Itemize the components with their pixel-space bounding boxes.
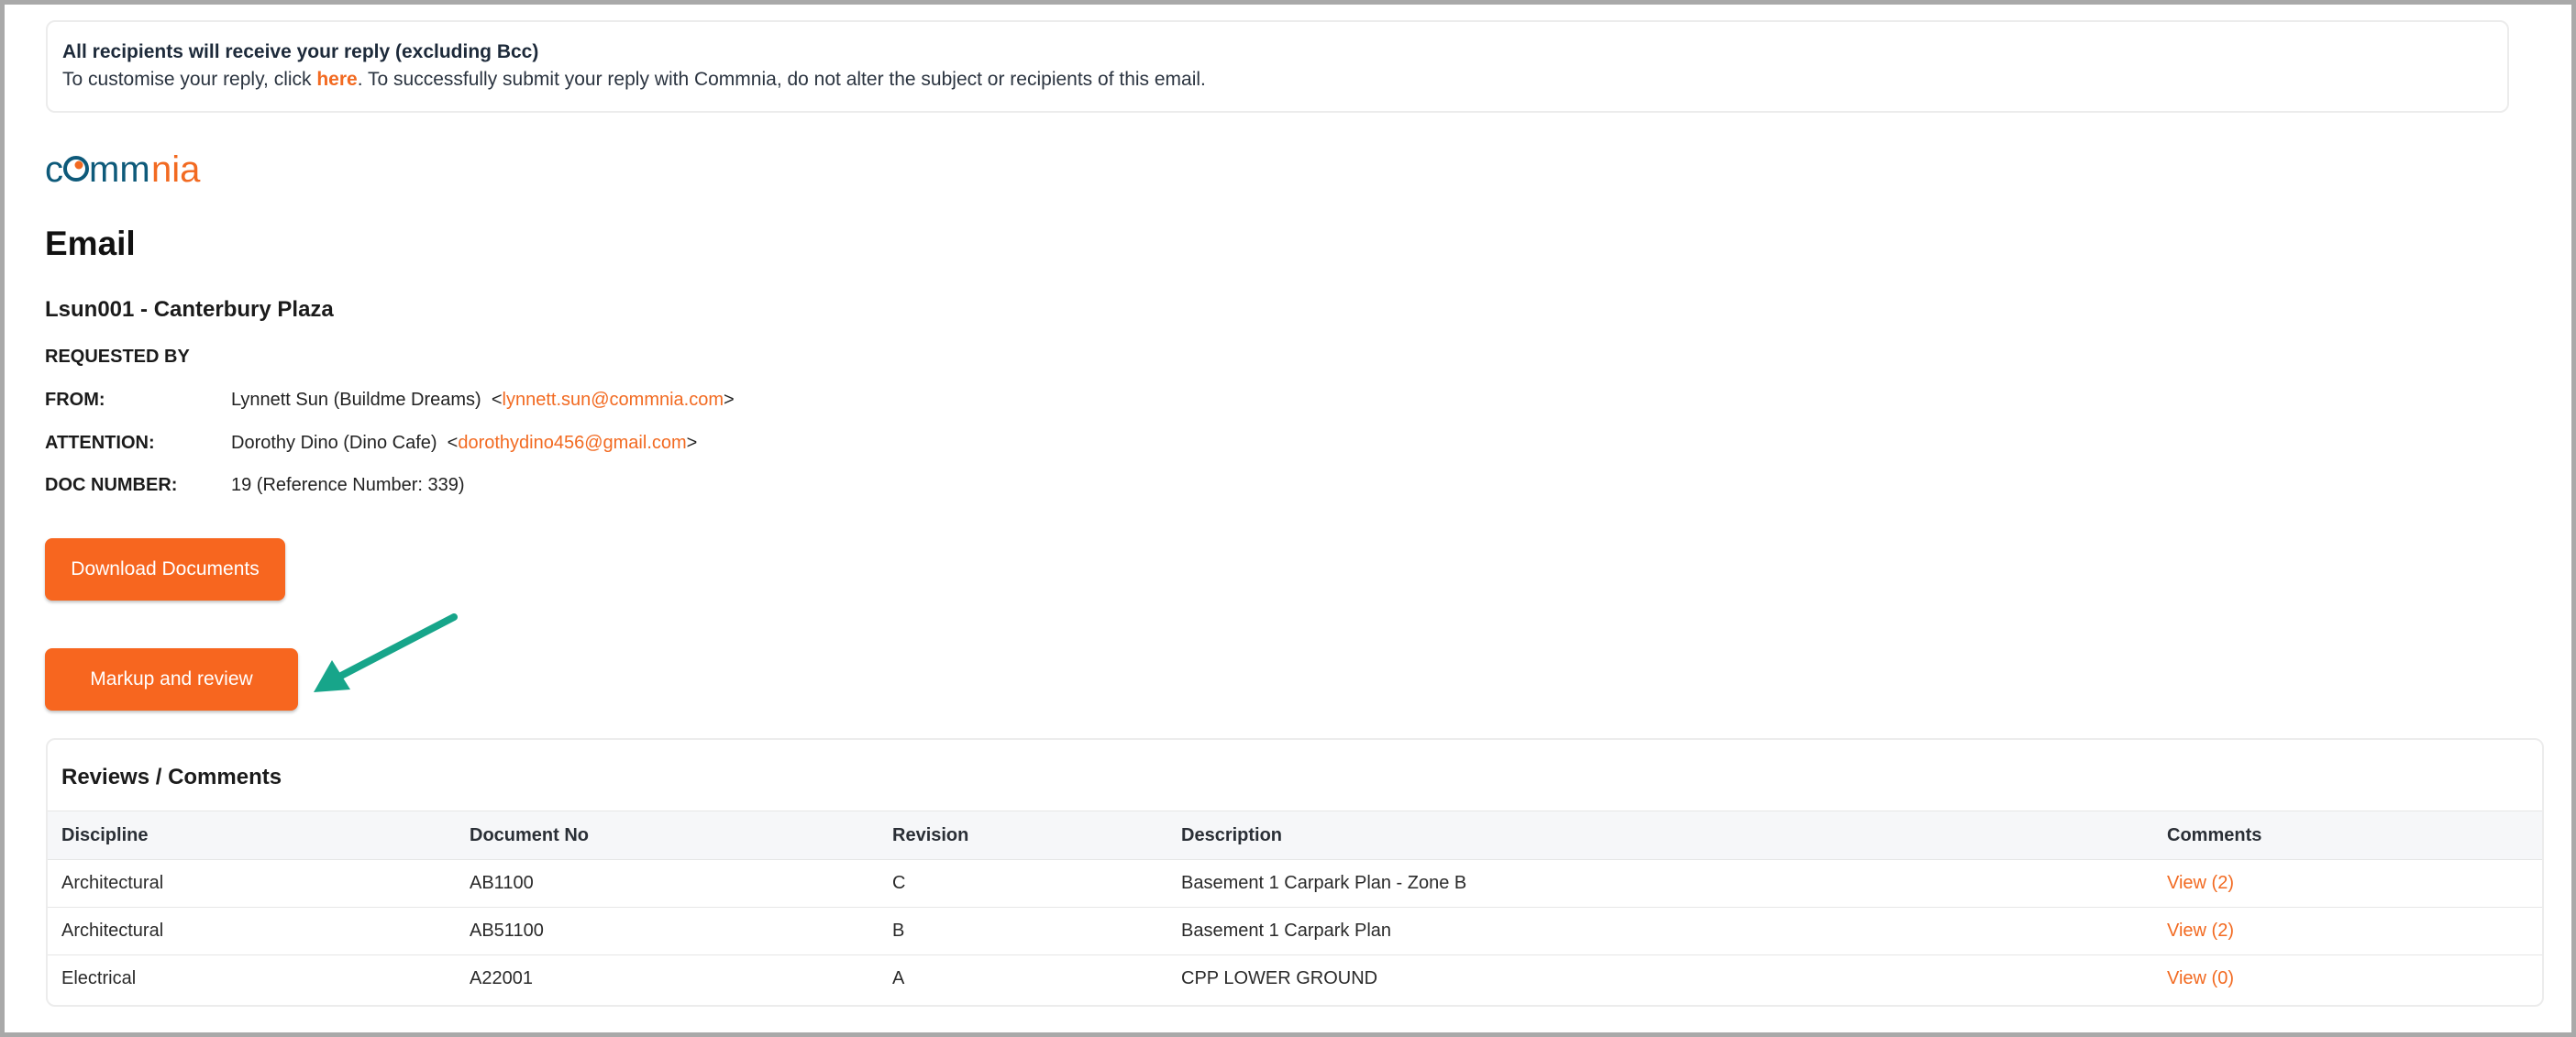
notice-prefix: To customise your reply, click [62, 69, 317, 90]
page-title: Email [45, 225, 136, 262]
logo-dot [74, 160, 83, 170]
notice-suffix: . To successfully submit your reply with… [357, 69, 1206, 90]
cell-revision: C [892, 859, 1181, 908]
logo-text-primary: c [45, 149, 63, 190]
commnia-logo: c mm nia [45, 149, 201, 190]
column-header-revision: Revision [892, 811, 1181, 860]
table-row: Electrical A22001 A CPP LOWER GROUND Vie… [48, 955, 2542, 1003]
table-row: Architectural AB1100 C Basement 1 Carpar… [48, 859, 2542, 908]
requested-by-label: REQUESTED BY [45, 347, 190, 367]
from-label: FROM: [45, 390, 105, 410]
notice-body: To customise your reply, click here. To … [62, 66, 2507, 94]
customise-reply-link[interactable]: here [316, 69, 357, 90]
cell-discipline: Architectural [48, 907, 470, 955]
cell-description: Basement 1 Carpark Plan [1181, 907, 2167, 955]
email-window: All recipients will receive your reply (… [5, 5, 2571, 1032]
cell-revision: B [892, 907, 1181, 955]
view-comments-link[interactable]: View (0) [2167, 955, 2542, 1003]
cell-discipline: Electrical [61, 968, 137, 989]
attention-name: Dorothy Dino (Dino Cafe) [231, 433, 437, 453]
cell-revision: A [892, 968, 905, 989]
arrow-pointer-icon [314, 613, 458, 692]
column-header-discipline: Discipline [48, 811, 470, 860]
reviews-table: Discipline Document No Revision Descript… [48, 811, 2542, 1003]
column-header-comments: Comments [2167, 811, 2542, 860]
from-value: Lynnett Sun (Buildme Dreams) <lynnett.su… [231, 390, 735, 410]
table-header-row: Discipline Document No Revision Descript… [48, 811, 2542, 860]
doc-number-value: 19 (Reference Number: 339) [231, 475, 465, 495]
download-documents-button[interactable]: Download Documents [45, 538, 285, 601]
reply-notice: All recipients will receive your reply (… [46, 20, 2509, 113]
logo-text-mm: mm [89, 149, 150, 190]
view-comments-link[interactable]: View (2) [2167, 859, 2542, 908]
attention-value: Dorothy Dino (Dino Cafe) <dorothydino456… [231, 433, 698, 453]
cell-description: CPP LOWER GROUND [1181, 968, 1378, 989]
from-email-link[interactable]: lynnett.sun@commnia.com [503, 390, 724, 410]
markup-and-review-button[interactable]: Markup and review [45, 648, 298, 711]
cell-document-no: AB51100 [470, 907, 892, 955]
attention-label: ATTENTION: [45, 433, 155, 453]
column-header-description: Description [1181, 811, 2167, 860]
doc-number-label: DOC NUMBER: [45, 475, 178, 495]
attention-email-link[interactable]: dorothydino456@gmail.com [458, 433, 686, 453]
column-header-document-no: Document No [470, 811, 892, 860]
cell-document-no: A22001 [470, 968, 533, 989]
cell-discipline: Architectural [48, 859, 470, 908]
reviews-title: Reviews / Comments [61, 765, 282, 789]
cell-document-no: AB1100 [470, 859, 892, 908]
table-row: Architectural AB51100 B Basement 1 Carpa… [48, 907, 2542, 955]
view-comments-link[interactable]: View (2) [2167, 907, 2542, 955]
cell-description: Basement 1 Carpark Plan - Zone B [1181, 859, 2167, 908]
from-name: Lynnett Sun (Buildme Dreams) [231, 390, 481, 410]
notice-title: All recipients will receive your reply (… [62, 41, 539, 62]
logo-o-ring [63, 156, 89, 182]
logo-text-accent: nia [151, 149, 201, 190]
reviews-comments-panel: Reviews / Comments Discipline Document N… [46, 738, 2544, 1007]
project-title: Lsun001 - Canterbury Plaza [45, 297, 334, 322]
